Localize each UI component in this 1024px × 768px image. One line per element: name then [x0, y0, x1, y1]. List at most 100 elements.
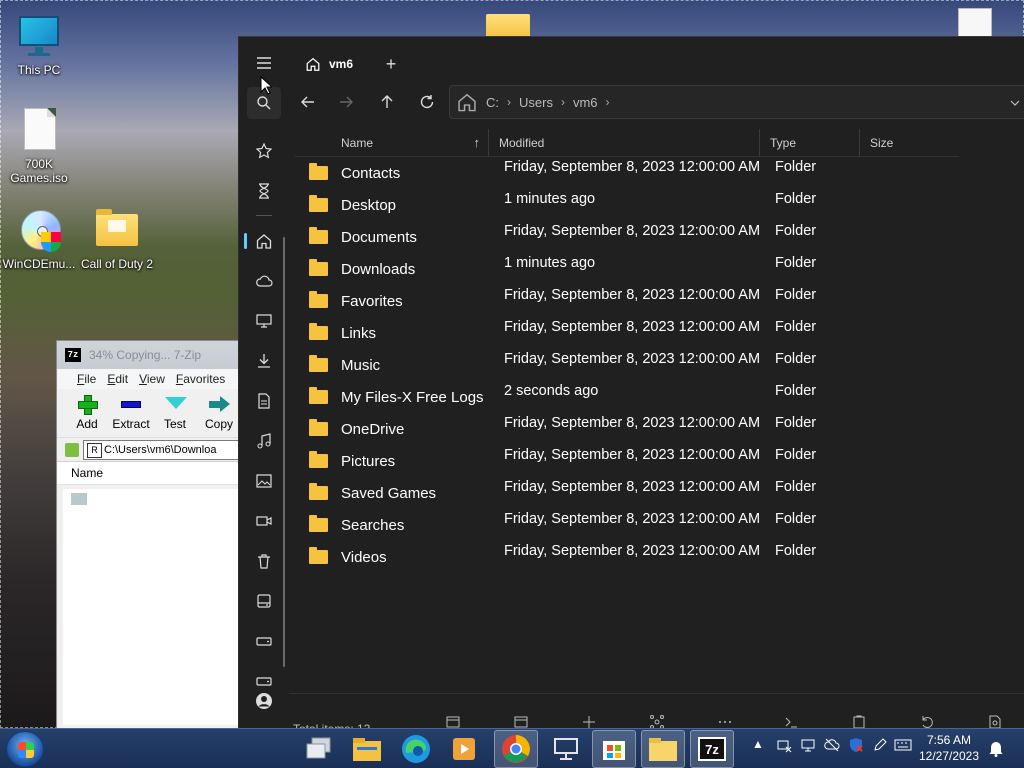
device-disconnected-icon[interactable]: [776, 737, 792, 753]
taskbar-store[interactable]: [592, 730, 636, 768]
cloud-offline-icon[interactable]: [824, 737, 840, 753]
extract-button[interactable]: Extract: [111, 393, 151, 437]
sevenzip-window: 7z 34% Copying... 7-Zip File Edit View F…: [56, 340, 246, 730]
taskbar-edge[interactable]: [394, 730, 438, 768]
menu-favorites[interactable]: Favorites: [176, 372, 225, 386]
account-button[interactable]: [247, 685, 281, 717]
hamburger-menu-button[interactable]: [247, 47, 281, 79]
taskbar-media-player[interactable]: [442, 730, 486, 768]
monitor-icon: [554, 738, 578, 760]
breadcrumb-users[interactable]: Users: [519, 95, 553, 110]
copy-button[interactable]: Copy: [199, 393, 239, 437]
column-size[interactable]: Size: [860, 129, 959, 157]
back-button[interactable]: [291, 87, 325, 117]
list-item[interactable]: OneDrive Friday, September 8, 2023 12:00:…: [295, 413, 995, 445]
item-type: Folder: [775, 351, 817, 367]
breadcrumb-drive[interactable]: C:: [486, 95, 499, 110]
menu-edit[interactable]: Edit: [107, 372, 128, 386]
folder-icon: [309, 163, 328, 180]
forward-button[interactable]: [329, 87, 363, 117]
list-item[interactable]: Pictures Friday, September 8, 2023 12:00:…: [295, 445, 995, 477]
desktop-folder-partial[interactable]: [486, 14, 530, 38]
desktop-icon-this-pc[interactable]: This PC: [0, 12, 78, 77]
item-name: Contacts: [341, 165, 401, 182]
list-item[interactable]: Contacts Friday, September 8, 2023 12:00:…: [295, 157, 995, 189]
breadcrumb-vm6[interactable]: vm6: [573, 95, 598, 110]
sevenzip-col-name[interactable]: Name: [57, 461, 245, 485]
taskbar-app-switcher[interactable]: [297, 730, 341, 768]
list-item[interactable]: Searches Friday, September 8, 2023 12:00:…: [295, 509, 995, 541]
media-player-icon: [453, 738, 475, 760]
sidebar-scrollbar[interactable]: [283, 237, 285, 667]
extract-label: Extract: [112, 417, 150, 431]
chevron-down-icon[interactable]: [1009, 97, 1021, 109]
list-item[interactable]: Downloads 1 minutes ago Folder: [295, 253, 995, 285]
show-hidden-icons-button[interactable]: ▲: [752, 737, 764, 751]
column-name[interactable]: Name ↑: [295, 129, 489, 157]
sidebar-item-favorites[interactable]: [247, 135, 281, 167]
desktop-icon-call-of-duty[interactable]: Call of Duty 2: [78, 206, 156, 271]
security-shield-icon[interactable]: [848, 737, 864, 753]
list-item[interactable]: Videos Friday, September 8, 2023 12:00:00…: [295, 541, 995, 573]
new-tab-button[interactable]: +: [377, 54, 405, 75]
list-item[interactable]: Favorites Friday, September 8, 2023 12:00…: [295, 285, 995, 317]
computer-icon: [256, 314, 272, 328]
taskbar-remote-desktop[interactable]: [544, 730, 588, 768]
item-modified: Friday, September 8, 2023 12:00:00 AM: [504, 543, 761, 559]
desktop-icon-iso[interactable]: 700K Games.iso: [0, 106, 78, 185]
sidebar-item-pictures[interactable]: [247, 465, 281, 497]
sidebar-item-home[interactable]: [247, 225, 281, 257]
folder-up-icon[interactable]: [65, 442, 79, 457]
refresh-button[interactable]: [410, 87, 444, 117]
navigation-bar: C: › Users › vm6 ›: [289, 85, 1024, 119]
sidebar-item-drive-c[interactable]: [247, 585, 281, 617]
taskbar-7zip[interactable]: 7z: [690, 730, 734, 768]
taskbar-files-app[interactable]: [641, 730, 685, 768]
column-type[interactable]: Type: [760, 129, 860, 157]
notification-bell-icon[interactable]: [988, 739, 1004, 757]
chevron-right-icon: ›: [605, 95, 610, 109]
sidebar-item-onedrive[interactable]: [247, 265, 281, 297]
sidebar-item-drive-d[interactable]: [247, 625, 281, 657]
list-item[interactable]: Saved Games Friday, September 8, 2023 12:…: [295, 477, 995, 509]
column-size-label: Size: [870, 136, 894, 150]
list-item[interactable]: My Files-X Free Logs 2 seconds ago Folder: [295, 381, 995, 413]
tab-vm6[interactable]: vm6: [295, 47, 364, 81]
system-clock[interactable]: 7:56 AM 12/27/2023: [914, 732, 984, 764]
folder-icon: [309, 291, 328, 308]
list-item[interactable]: Documents Friday, September 8, 2023 12:00…: [295, 221, 995, 253]
up-button[interactable]: [370, 87, 404, 117]
network-icon[interactable]: [800, 737, 816, 753]
sidebar-item-videos[interactable]: [247, 505, 281, 537]
list-item[interactable]: Links Friday, September 8, 2023 12:00:00 …: [295, 317, 995, 349]
monitor-icon: [15, 12, 63, 60]
list-item[interactable]: Music Friday, September 8, 2023 12:00:00 …: [295, 349, 995, 381]
sidebar-item-this-pc[interactable]: [247, 305, 281, 337]
sidebar-item-recent[interactable]: [247, 175, 281, 207]
keyboard-icon[interactable]: [894, 737, 912, 753]
test-label: Test: [163, 417, 186, 431]
desktop-file-partial[interactable]: [958, 8, 992, 38]
sidebar-item-recycle-bin[interactable]: [247, 545, 281, 577]
address-bar[interactable]: C: › Users › vm6 ›: [449, 85, 1024, 119]
menu-view[interactable]: View: [139, 372, 165, 386]
sidebar-item-documents[interactable]: [247, 385, 281, 417]
desktop-icon-wincdemu[interactable]: WinCDEmu...: [0, 206, 78, 271]
search-icon: [257, 96, 271, 110]
windows-logo-icon: [18, 742, 34, 758]
sevenzip-titlebar[interactable]: 7z 34% Copying... 7-Zip: [57, 341, 245, 369]
column-modified[interactable]: Modified: [489, 129, 760, 157]
sevenzip-file-list[interactable]: [63, 489, 245, 725]
sidebar-item-music[interactable]: [247, 425, 281, 457]
sidebar-item-downloads[interactable]: [247, 345, 281, 377]
list-item[interactable]: Desktop 1 minutes ago Folder: [295, 189, 995, 221]
start-button[interactable]: [6, 731, 44, 767]
add-button[interactable]: Add: [67, 393, 107, 437]
menu-file[interactable]: File: [77, 372, 96, 386]
pen-icon[interactable]: [872, 737, 888, 753]
folder-icon: [309, 227, 328, 244]
taskbar-file-explorer[interactable]: [345, 730, 389, 768]
taskbar-chrome[interactable]: [494, 730, 538, 768]
sevenzip-path-field[interactable]: C:\Users\vm6\Downloa: [83, 439, 245, 460]
test-button[interactable]: Test: [155, 393, 195, 437]
